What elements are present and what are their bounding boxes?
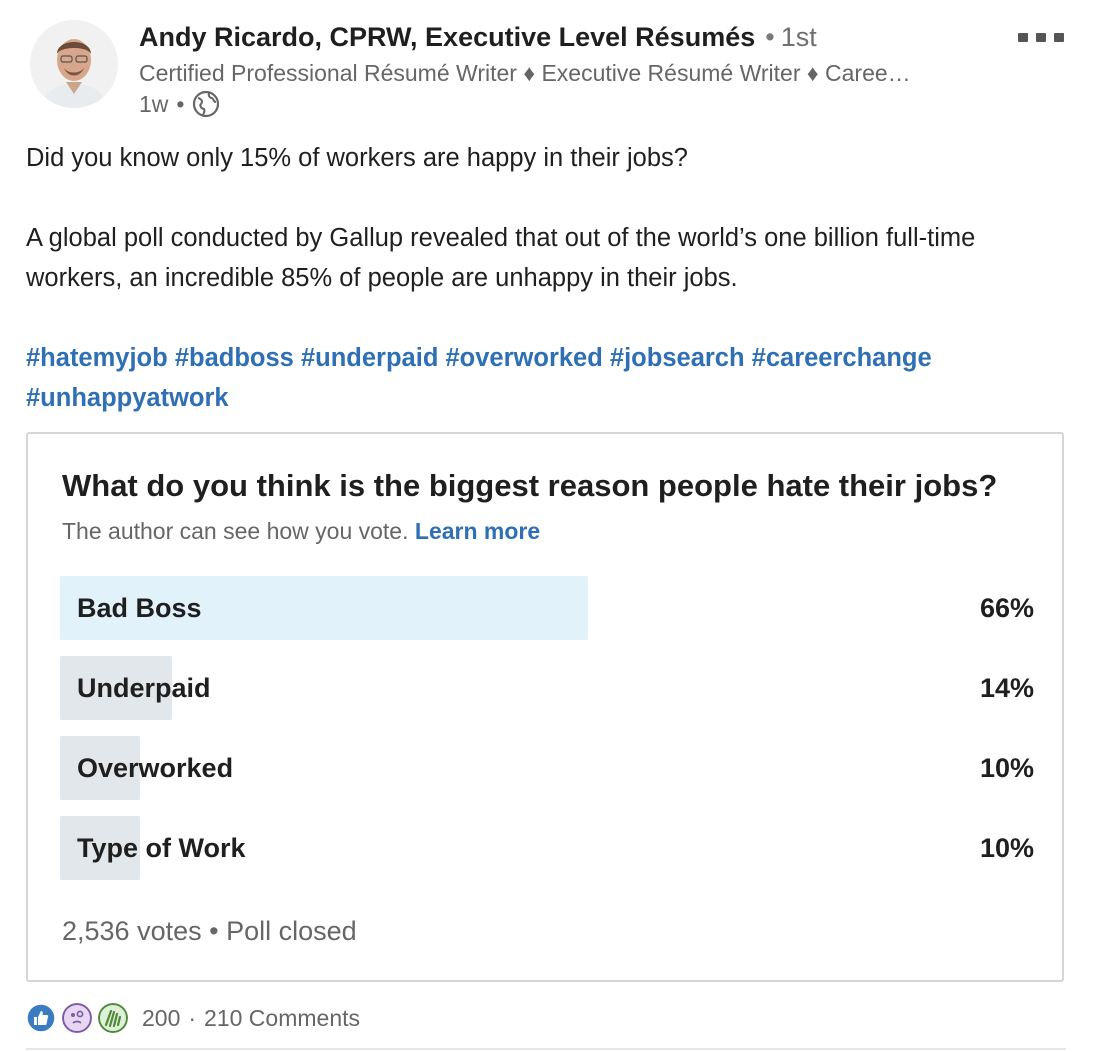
social-separator: · bbox=[188, 1004, 197, 1031]
post-paragraph: A global poll conducted by Gallup reveal… bbox=[26, 224, 976, 292]
post-divider bbox=[26, 1048, 1066, 1050]
learn-more-link[interactable]: Learn more bbox=[415, 518, 540, 544]
post-paragraph: Did you know only 15% of workers are hap… bbox=[26, 144, 688, 172]
poll-option: Underpaid 14% bbox=[60, 656, 1034, 720]
hashtag-link[interactable]: #underpaid bbox=[301, 344, 438, 372]
more-options-button[interactable] bbox=[1018, 28, 1064, 46]
post-header: Andy Ricardo, CPRW, Executive Level Résu… bbox=[0, 0, 1094, 130]
author-name[interactable]: Andy Ricardo, CPRW, Executive Level Résu… bbox=[139, 22, 755, 53]
poll-option-percent: 10% bbox=[979, 833, 1034, 863]
post-time: 1w bbox=[139, 90, 169, 117]
author-avatar[interactable] bbox=[30, 20, 118, 108]
hashtag-link[interactable]: #jobsearch bbox=[610, 344, 745, 372]
comments-count-link[interactable]: 210 Comments bbox=[204, 1005, 360, 1032]
poll-question: What do you think is the biggest reason … bbox=[62, 468, 998, 503]
post-body: Did you know only 15% of workers are hap… bbox=[26, 138, 1066, 418]
poll-privacy-note: The author can see how you vote. Learn m… bbox=[62, 518, 540, 545]
poll-option-label: Underpaid bbox=[77, 673, 211, 703]
poll-status: Poll closed bbox=[226, 916, 357, 946]
author-name-line: Andy Ricardo, CPRW, Executive Level Résu… bbox=[139, 22, 817, 53]
hashtag-link[interactable]: #badboss bbox=[175, 344, 294, 372]
more-dot-icon bbox=[1054, 32, 1064, 42]
poll-option-percent: 10% bbox=[979, 753, 1034, 783]
poll-option-label: Overworked bbox=[77, 753, 234, 783]
hashtag-link[interactable]: #unhappyatwork bbox=[26, 384, 229, 412]
hashtag-link[interactable]: #careerchange bbox=[752, 344, 932, 372]
meta-separator: • bbox=[176, 90, 185, 117]
poll-card: What do you think is the biggest reason … bbox=[26, 432, 1064, 982]
degree-separator: • bbox=[765, 22, 775, 52]
poll-option-label: Type of Work bbox=[77, 833, 246, 863]
poll-option: Type of Work 10% bbox=[60, 816, 1034, 880]
hashtag-list: #hatemyjob #badboss #underpaid #overwork… bbox=[26, 338, 1066, 418]
more-dot-icon bbox=[1018, 32, 1028, 42]
celebrate-icon[interactable] bbox=[98, 1003, 128, 1033]
poll-option: Bad Boss 66% bbox=[60, 576, 1034, 640]
poll-option-label: Bad Boss bbox=[77, 593, 202, 623]
connection-degree: 1st bbox=[780, 22, 817, 52]
globe-icon bbox=[193, 90, 220, 118]
poll-footer: 2,536 votes • Poll closed bbox=[62, 916, 357, 947]
footer-separator: • bbox=[209, 916, 227, 946]
reaction-count[interactable]: 200 bbox=[142, 1005, 180, 1032]
hashtag-link[interactable]: #overworked bbox=[445, 344, 602, 372]
poll-note-text: The author can see how you vote. bbox=[62, 518, 409, 544]
poll-option-percent: 14% bbox=[979, 673, 1034, 703]
poll-vote-count[interactable]: 2,536 votes bbox=[62, 916, 202, 946]
author-headline: Certified Professional Résumé Writer ♦ E… bbox=[139, 60, 911, 86]
hashtag-link[interactable]: #hatemyjob bbox=[26, 344, 168, 372]
social-counts: 200 · 210 Comments bbox=[26, 1000, 360, 1036]
poll-option-percent: 66% bbox=[979, 593, 1034, 623]
curious-icon[interactable] bbox=[62, 1003, 92, 1033]
author-photo bbox=[30, 20, 118, 108]
poll-option: Overworked 10% bbox=[60, 736, 1034, 800]
like-icon[interactable] bbox=[26, 1003, 56, 1033]
more-dot-icon bbox=[1036, 32, 1046, 42]
post-meta: 1w • bbox=[139, 90, 220, 118]
